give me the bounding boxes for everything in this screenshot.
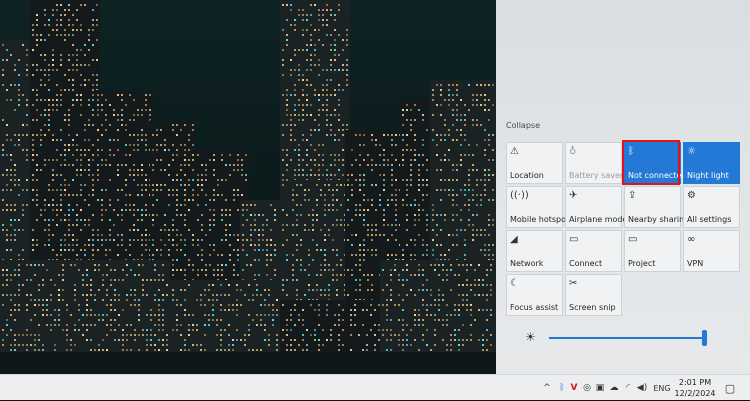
wifi-tray-icon[interactable]: ◜ (622, 375, 634, 401)
brightness-slider-thumb[interactable] (702, 330, 707, 346)
clock[interactable]: 2:01 PM 12/2/2024 (672, 377, 718, 399)
tile-connect[interactable]: ▭ Connect (565, 230, 622, 272)
tile-airplane-mode[interactable]: ✈Airplane mode (565, 186, 622, 228)
tile-mobile-hotspot[interactable]: ((·))Mobile hotspot (506, 186, 563, 228)
mobile-hotspot-icon: ((·)) (510, 191, 529, 201)
tile-label: Mobile hotspot (510, 215, 569, 224)
tile-label: Airplane mode (569, 215, 627, 224)
vpn-icon: ∞ (687, 235, 695, 245)
volume-tray-icon[interactable]: ◀) (636, 375, 648, 401)
clock-time: 2:01 PM (672, 377, 718, 388)
antivirus-tray-icon[interactable]: V (568, 375, 580, 401)
nearby-sharing-icon: ⇪ (628, 191, 636, 201)
brightness-icon: ☀ (525, 330, 536, 344)
gear-icon: ⚙ (687, 191, 696, 201)
clock-date: 12/2/2024 (672, 388, 718, 399)
tile-label: Nearby sharing (628, 215, 689, 224)
tile-focus-assist[interactable]: ☾ Focus assist (506, 274, 563, 316)
network-icon: ◢ (510, 235, 518, 245)
tile-network[interactable]: ◢ Network (506, 230, 563, 272)
tile-label: Location (510, 171, 544, 180)
city-skyline-image (0, 0, 496, 374)
show-hidden-icons-chevron[interactable]: ^ (541, 375, 553, 401)
tile-label: VPN (687, 259, 703, 268)
tile-night-light[interactable]: ☼ Night light (683, 142, 740, 184)
tile-label: Connect (569, 259, 602, 268)
location-icon: ⚠ (510, 147, 519, 157)
tile-project[interactable]: ▭ Project (624, 230, 681, 272)
tile-nearby-sharing[interactable]: ⇪Nearby sharing (624, 186, 681, 228)
camera-tray-icon[interactable]: ◎ (581, 375, 593, 401)
language-indicator[interactable]: ENG (653, 375, 671, 401)
bluetooth-tray-icon[interactable]: ᛒ (556, 375, 568, 401)
tile-label: All settings (687, 215, 731, 224)
tile-vpn[interactable]: ∞ VPN (683, 230, 740, 272)
desktop-wallpaper (0, 0, 496, 374)
onedrive-tray-icon[interactable]: ☁ (608, 375, 620, 401)
notification-icon[interactable]: ▢ (720, 379, 740, 397)
meet-now-tray-icon[interactable]: ▣ (594, 375, 606, 401)
screen-snip-icon: ✂ (569, 279, 577, 289)
connect-icon: ▭ (569, 235, 578, 245)
action-center-panel: Collapse ⚠Location♁Battery saverᛒNot con… (496, 0, 750, 374)
tile-label: Network (510, 259, 543, 268)
tile-location[interactable]: ⚠ Location (506, 142, 563, 184)
highlight-box (622, 140, 680, 185)
tile-battery-saver[interactable]: ♁ Battery saver (565, 142, 622, 184)
brightness-slider-track[interactable] (549, 337, 707, 339)
tile-all-settings[interactable]: ⚙ All settings (683, 186, 740, 228)
tile-label: Night light (687, 171, 729, 180)
collapse-link[interactable]: Collapse (506, 121, 540, 130)
night-light-icon: ☼ (687, 147, 696, 157)
battery-saver-icon: ♁ (569, 147, 576, 157)
tile-label: Battery saver (569, 171, 623, 180)
airplane-icon: ✈ (569, 191, 577, 201)
project-icon: ▭ (628, 235, 637, 245)
tile-label: Screen snip (569, 303, 616, 312)
focus-assist-icon: ☾ (510, 279, 519, 289)
tile-screen-snip[interactable]: ✂ Screen snip (565, 274, 622, 316)
tile-label: Project (628, 259, 655, 268)
tile-label: Focus assist (510, 303, 558, 312)
taskbar: ^ᛒV◎▣☁◜◀) ENG 2:01 PM 12/2/2024 ▢ (0, 374, 750, 400)
